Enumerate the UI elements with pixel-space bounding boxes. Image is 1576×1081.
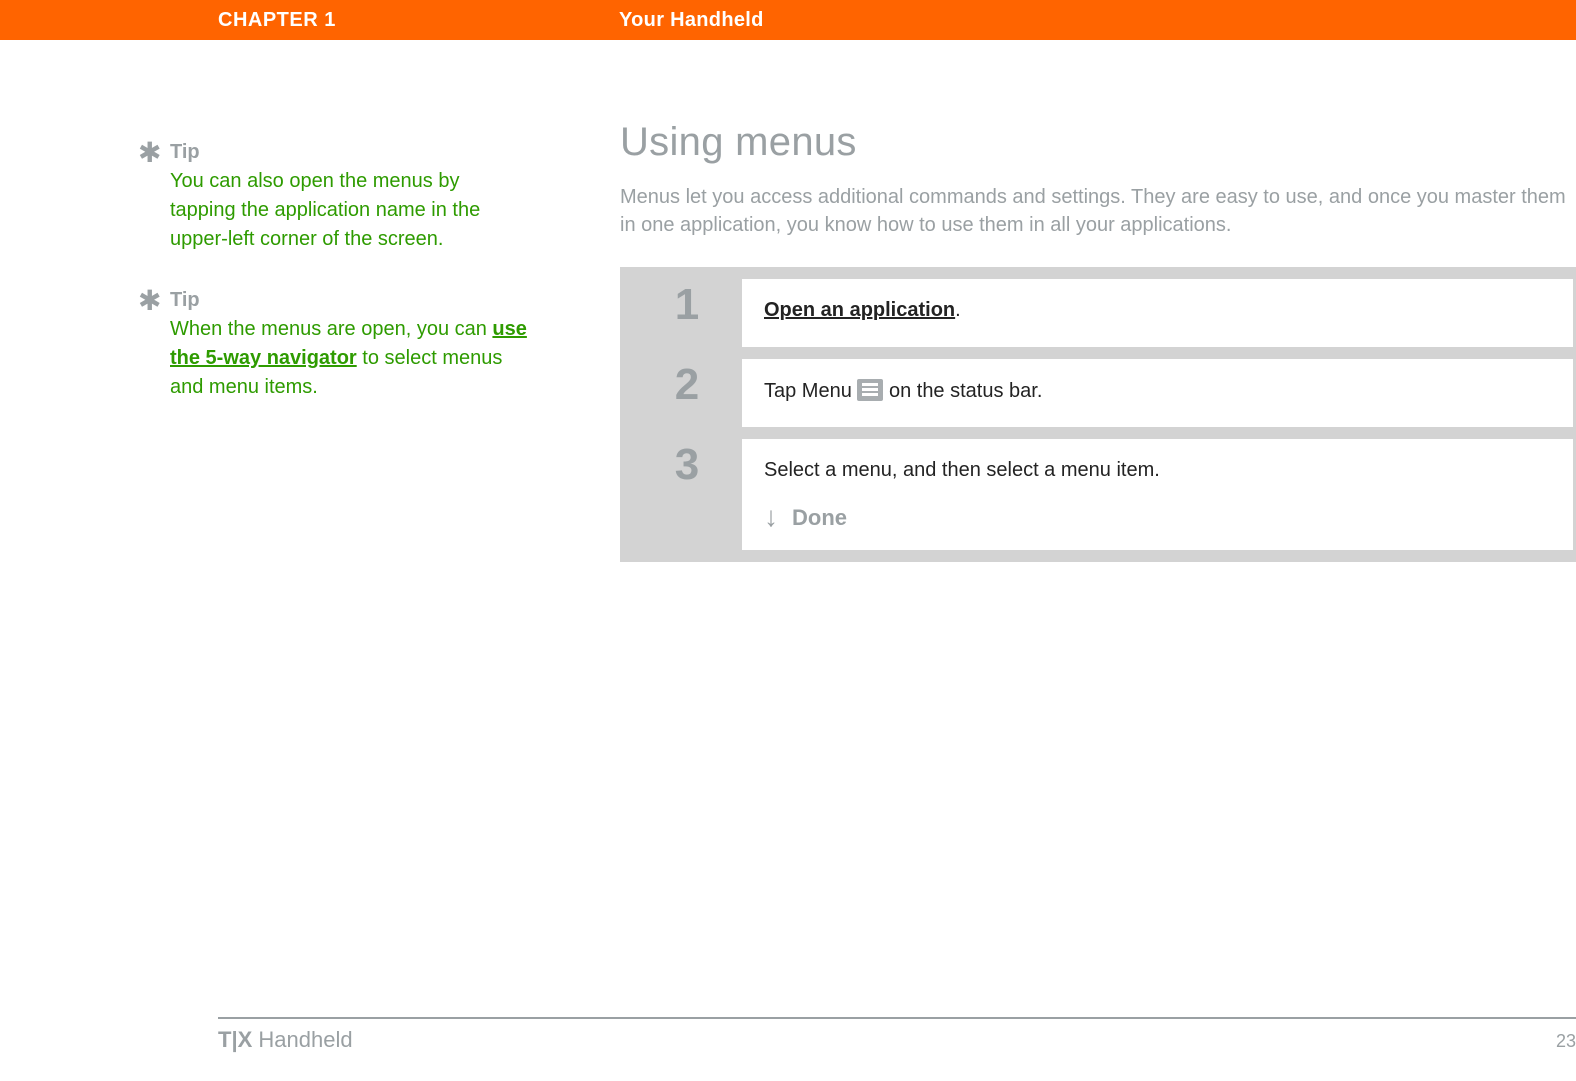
step-number-cell: 3 bbox=[632, 439, 742, 550]
step-body: Open an application. bbox=[742, 279, 1573, 340]
tip-label: Tip bbox=[170, 289, 200, 311]
intro-paragraph: Menus let you access additional commands… bbox=[620, 183, 1576, 239]
step-text: Tap Menu bbox=[764, 380, 857, 402]
tip-label: Tip bbox=[170, 141, 200, 163]
step-body: Select a menu, and then select a menu it… bbox=[742, 439, 1573, 550]
tip-text: When the menus are open, you can bbox=[170, 318, 492, 340]
footer-page-number: 23 bbox=[1556, 1031, 1576, 1052]
steps-box: 1 Open an application. 2 Tap Menu on the… bbox=[620, 267, 1576, 562]
step-body: Tap Menu on the status bar. bbox=[742, 359, 1573, 421]
tip-text: You can also open the menus by tapping t… bbox=[170, 170, 480, 250]
step-number: 1 bbox=[675, 283, 699, 347]
tip-head: ✱ Tip bbox=[170, 138, 530, 167]
page-footer: T|X Handheld 23 bbox=[218, 1017, 1576, 1053]
asterisk-icon: ✱ bbox=[138, 139, 161, 167]
footer-product-bold: T|X bbox=[218, 1027, 252, 1052]
sidebar-tip: ✱ Tip You can also open the menus by tap… bbox=[170, 138, 530, 254]
menu-icon bbox=[857, 379, 883, 401]
step-link[interactable]: Open an application bbox=[764, 299, 955, 321]
chapter-label: CHAPTER 1 bbox=[218, 9, 336, 32]
page-title: Using menus bbox=[620, 120, 1576, 165]
step-text: on the status bar. bbox=[889, 380, 1042, 402]
footer-line: T|X Handheld 23 bbox=[218, 1027, 1576, 1053]
chapter-header: CHAPTER 1 Your Handheld bbox=[0, 0, 1576, 40]
tip-body: When the menus are open, you can use the… bbox=[170, 315, 530, 402]
tip-body: You can also open the menus by tapping t… bbox=[170, 167, 530, 254]
arrow-down-icon: ↓ bbox=[764, 503, 778, 531]
step-number: 2 bbox=[675, 363, 699, 427]
sidebar: ✱ Tip You can also open the menus by tap… bbox=[170, 138, 530, 434]
footer-rule bbox=[218, 1017, 1576, 1019]
tip-head: ✱ Tip bbox=[170, 286, 530, 315]
done-row: ↓ Done bbox=[764, 504, 1551, 532]
step-text: Select a menu, and then select a menu it… bbox=[764, 459, 1160, 481]
done-label: Done bbox=[792, 505, 847, 531]
step-number: 3 bbox=[675, 443, 699, 550]
footer-product: T|X Handheld bbox=[218, 1027, 353, 1053]
step-text: . bbox=[955, 299, 961, 321]
step-number-cell: 2 bbox=[632, 359, 742, 427]
footer-product-rest: Handheld bbox=[252, 1027, 352, 1052]
step-row: 3 Select a menu, and then select a menu … bbox=[632, 439, 1573, 550]
step-number-cell: 1 bbox=[632, 279, 742, 347]
step-row: 1 Open an application. bbox=[632, 279, 1573, 347]
chapter-topic: Your Handheld bbox=[619, 9, 764, 32]
sidebar-tip: ✱ Tip When the menus are open, you can u… bbox=[170, 286, 530, 402]
step-row: 2 Tap Menu on the status bar. bbox=[632, 359, 1573, 427]
asterisk-icon: ✱ bbox=[138, 287, 161, 315]
main-column: Using menus Menus let you access additio… bbox=[620, 120, 1576, 562]
